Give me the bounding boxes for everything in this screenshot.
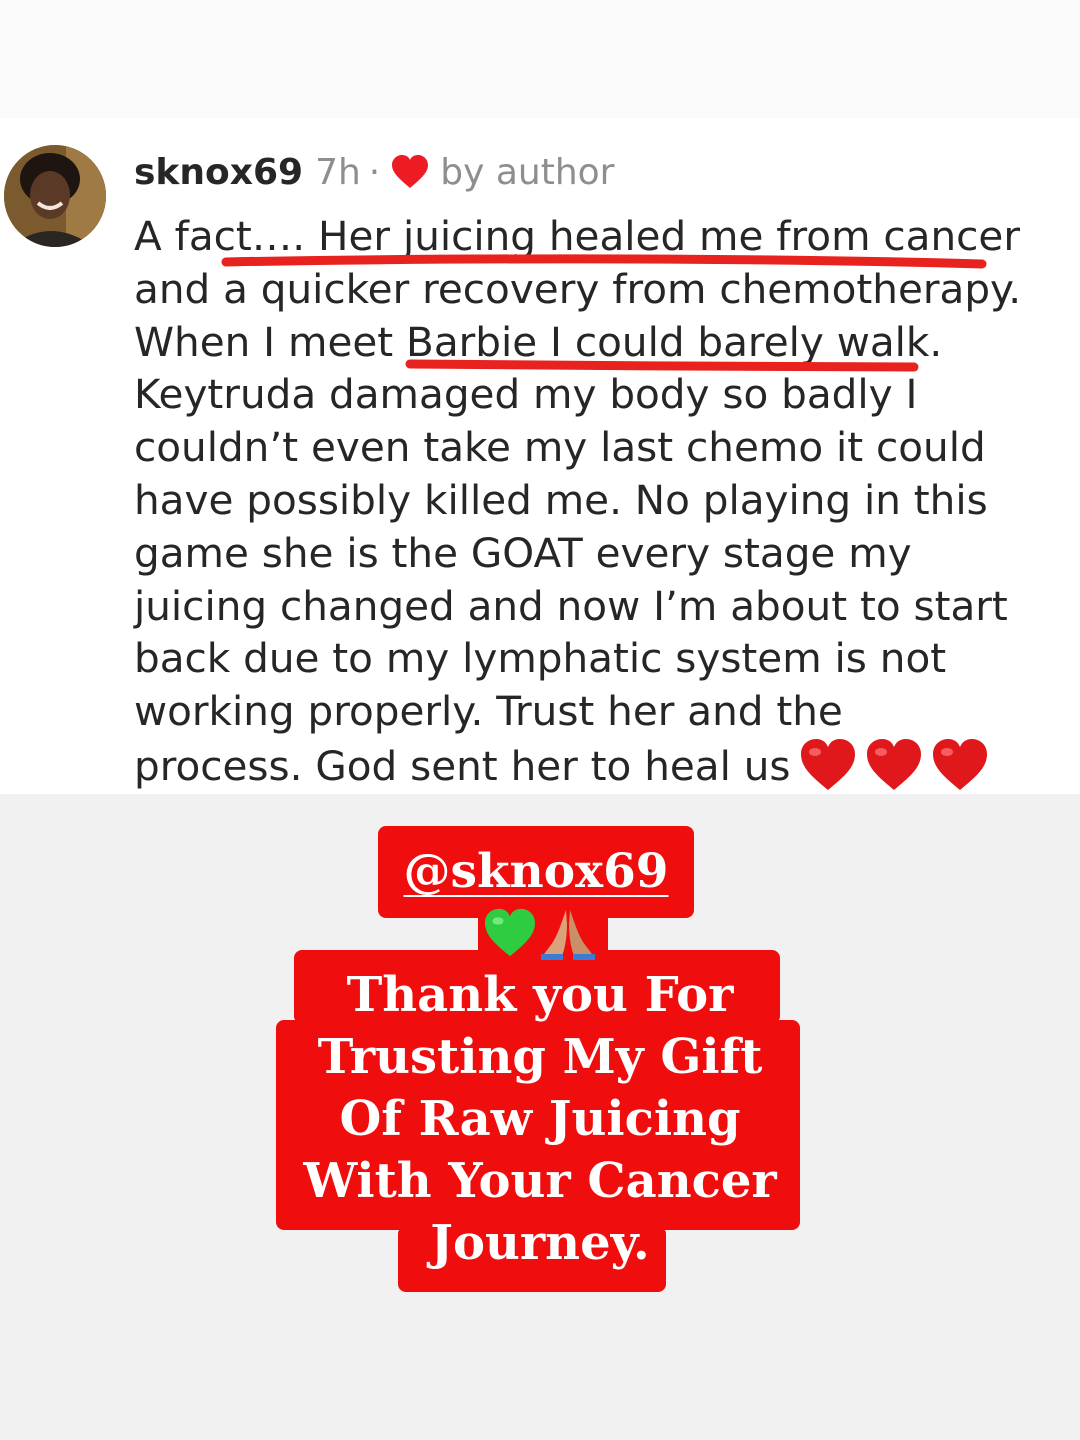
comment-line: game she is the GOAT every stage my: [134, 528, 912, 577]
thanks-line: Of Raw Juicing: [339, 1091, 741, 1147]
red-heart-icon: [799, 738, 857, 792]
comment-line: couldn’t even take my last chemo it coul…: [134, 423, 986, 472]
red-heart-icon: [931, 738, 989, 792]
green-heart-icon: [483, 908, 537, 962]
folded-hands-icon: [539, 906, 597, 964]
thanks-line: Trusting My Gift: [317, 1029, 763, 1085]
comment-line: juicing changed and now I’m about to sta…: [134, 581, 1008, 630]
thanks-message: Thank you For Trusting My Gift Of Raw Ju…: [276, 964, 804, 1274]
top-margin: [0, 0, 1080, 118]
heart-icon: [390, 154, 430, 190]
thanks-line: With Your Cancer: [303, 1153, 777, 1209]
meta-separator: ·: [368, 151, 381, 193]
comment-line-last: process. God sent her to heal us: [134, 738, 1064, 791]
thanks-line: Journey.: [430, 1215, 650, 1271]
comment-line: Keytruda damaged my body so badly I: [134, 370, 918, 419]
comment-line: back due to my lymphatic system is not: [134, 634, 947, 683]
comment-meta: sknox69 7h · by author: [134, 148, 614, 196]
username-link[interactable]: sknox69: [134, 152, 303, 193]
comment-line: and a quicker recovery from chemotherapy…: [134, 264, 1022, 313]
thanks-line: Thank you For: [346, 967, 734, 1023]
red-heart-icon: [865, 738, 923, 792]
avatar[interactable]: [4, 145, 106, 247]
author-tag: by author: [440, 151, 615, 193]
comment-line: working properly. Trust her and the: [134, 687, 843, 736]
comment-line: have possibly killed me. No playing in t…: [134, 475, 988, 524]
story-handle-link[interactable]: @sknox69: [378, 838, 694, 906]
comment-text: A fact…. Her juicing healed me from canc…: [134, 210, 1064, 791]
comment-time: 7h: [315, 151, 361, 193]
emoji-row: [480, 906, 600, 964]
comment-line: When I meet Barbie I could barely walk.: [134, 317, 943, 366]
comment-line-text: process. God sent her to heal us: [134, 741, 791, 790]
comment-line: A fact…. Her juicing healed me from canc…: [134, 212, 1020, 260]
